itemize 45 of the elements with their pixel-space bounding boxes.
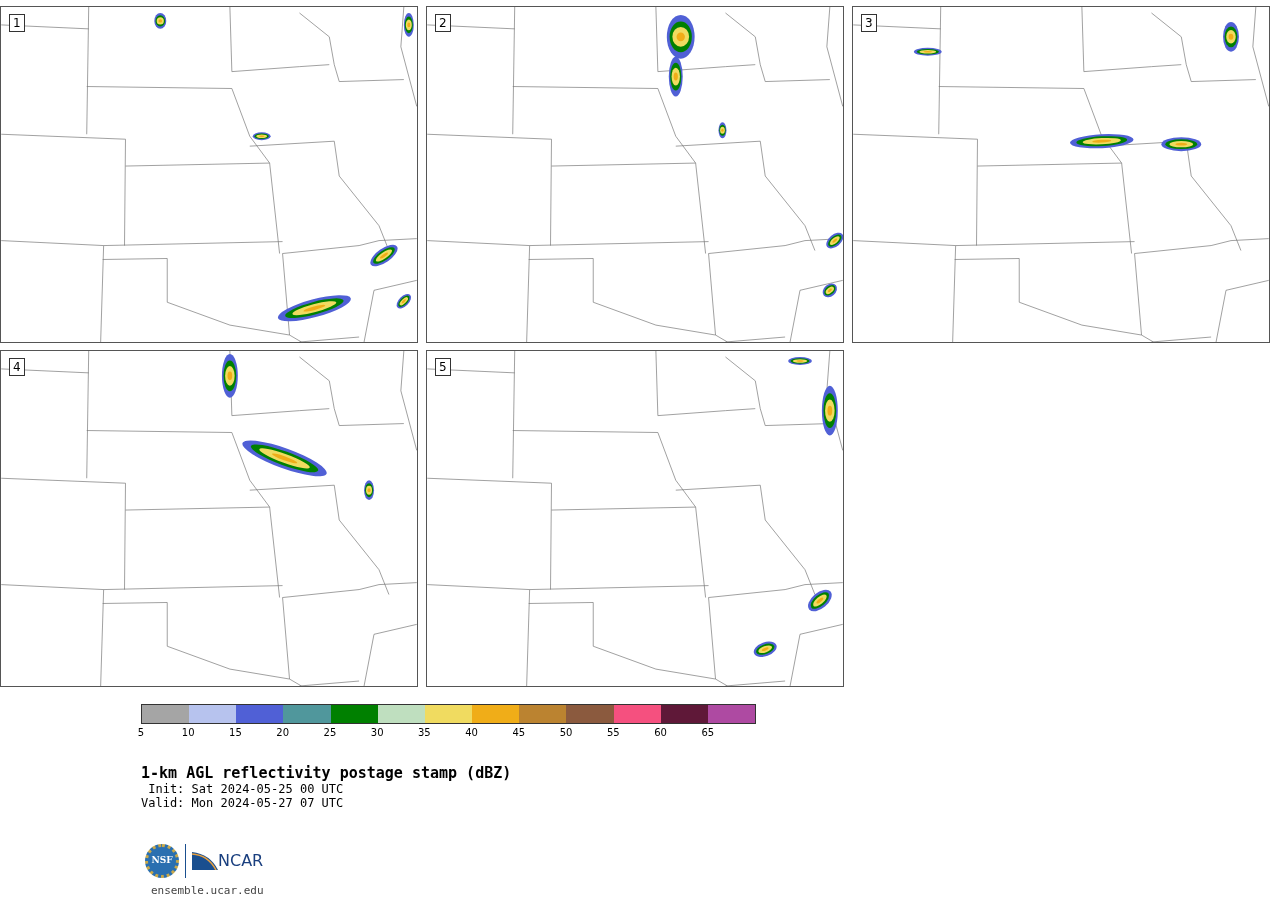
storm-cell [1070, 134, 1134, 149]
storm-cell [403, 12, 414, 37]
tick-label: 10 [181, 727, 195, 739]
tick-label: 30 [370, 727, 384, 739]
tick-label: 65 [701, 727, 715, 739]
storm-cell [154, 12, 167, 29]
tick-label: 25 [323, 727, 337, 739]
nsf-logo: NSF [145, 844, 179, 878]
storm-cell [396, 294, 412, 309]
panel-number: 5 [435, 358, 451, 376]
storm-cell [1223, 21, 1239, 52]
init-time: Init: Sat 2024-05-25 00 UTC [147, 782, 344, 796]
storm-cell [913, 47, 942, 56]
ncar-wordmark: NCAR [218, 852, 264, 870]
storm-cell [370, 244, 398, 267]
chart-title: 1-km AGL reflectivity postage stamp (dBZ) [141, 764, 512, 782]
tick-label: 55 [606, 727, 620, 739]
panel-number: 3 [861, 14, 877, 32]
storm-cell [668, 56, 683, 97]
storm-cell [666, 14, 695, 59]
website-url: ensemble.ucar.edu [151, 884, 264, 897]
tick-label: 20 [276, 727, 290, 739]
tick-label: 5 [137, 727, 145, 739]
storm-cell [252, 132, 271, 141]
storm-cell [753, 641, 777, 657]
storm-cell [718, 122, 727, 139]
panel-number: 1 [9, 14, 25, 32]
tick-label: 45 [512, 727, 526, 739]
storm-cell [821, 385, 838, 436]
storm-cell [788, 356, 812, 365]
tick-label: 50 [559, 727, 573, 739]
tick-label: 35 [418, 727, 431, 739]
tick-label: 60 [654, 727, 667, 739]
storm-cell [1161, 137, 1202, 152]
storm-cell [808, 589, 832, 612]
valid-time: Valid: Mon 2024-05-27 07 UTC [141, 796, 344, 810]
arc-icon [192, 852, 218, 870]
panel-number: 2 [435, 14, 451, 32]
storm-cell [826, 232, 843, 249]
tick-label: 15 [229, 727, 242, 739]
storm-cell [822, 283, 838, 298]
panel-number: 4 [9, 358, 25, 376]
tick-label: 40 [465, 727, 478, 739]
storm-cell [364, 480, 374, 501]
storm-cell [221, 354, 238, 398]
